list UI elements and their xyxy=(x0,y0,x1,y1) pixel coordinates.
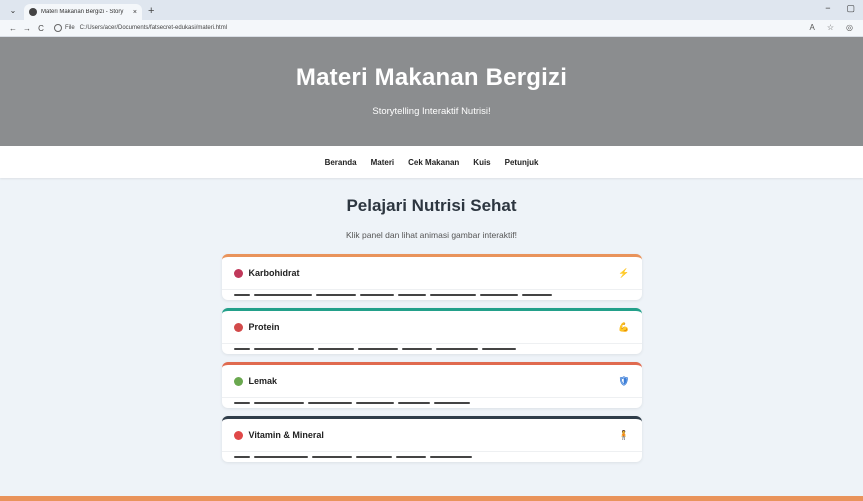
panel-content-preview xyxy=(222,452,642,462)
favicon-icon xyxy=(29,8,37,16)
new-tab-icon[interactable]: + xyxy=(148,5,154,17)
panel-content-preview xyxy=(222,398,642,408)
tab-title: Materi Makanan Bergizi - Story xyxy=(41,9,124,15)
apple-icon xyxy=(233,430,243,440)
browser-tabbar: ⌄ Materi Makanan Bergizi - Story × + − ▢ xyxy=(0,0,863,20)
meat-icon xyxy=(233,322,243,332)
text-line xyxy=(253,294,312,296)
nutrient-panels: Karbohidrat ⚡ Protein 💪 Lemak 🛡 Vitamin & Mine… xyxy=(221,254,642,462)
forward-icon[interactable]: → xyxy=(20,24,34,33)
text-line xyxy=(253,402,304,404)
panel-header[interactable]: Protein 💪 xyxy=(221,311,642,344)
toolbar-right: A ☆ ◎ xyxy=(810,23,854,32)
reload-icon[interactable]: C xyxy=(34,24,48,33)
text-line xyxy=(355,456,392,458)
panel-content-preview xyxy=(222,344,642,354)
text-line xyxy=(317,348,354,350)
lightning-icon: ⚡ xyxy=(618,267,630,278)
person-icon: 🧍 xyxy=(618,429,630,440)
nutrient-panel[interactable]: Karbohidrat ⚡ xyxy=(221,254,642,300)
panel-header[interactable]: Lemak 🛡 xyxy=(221,365,642,398)
text-line xyxy=(357,348,398,350)
site-header: Materi Makanan Bergizi Storytelling Inte… xyxy=(0,37,863,146)
text-line xyxy=(429,294,476,296)
page-title: Materi Makanan Bergizi xyxy=(295,64,568,91)
text-line xyxy=(307,402,352,404)
url-scheme: File xyxy=(65,25,75,31)
text-line xyxy=(481,348,516,350)
section-heading: Pelajari Nutrisi Sehat xyxy=(346,196,517,215)
page-subtitle: Storytelling Interaktif Nutrisi! xyxy=(372,106,491,117)
nutrient-panel[interactable]: Vitamin & Mineral 🧍 xyxy=(221,416,642,462)
text-line xyxy=(311,456,352,458)
omnibox[interactable]: File C:/Users/acer/Documents/fatsecret-e… xyxy=(54,24,227,32)
text-line xyxy=(233,402,250,404)
main-content: Pelajari Nutrisi Sehat Klik panel dan li… xyxy=(0,196,863,462)
nutrient-panel[interactable]: Lemak 🛡 xyxy=(221,362,642,408)
panel-header[interactable]: Vitamin & Mineral 🧍 xyxy=(221,419,642,452)
nav-kuis[interactable]: Kuis xyxy=(473,158,490,167)
section-subheading: Klik panel dan lihat animasi gambar inte… xyxy=(345,230,518,240)
text-line xyxy=(253,456,308,458)
text-line xyxy=(429,456,472,458)
nav-materi[interactable]: Materi xyxy=(371,158,395,167)
profile-icon[interactable]: ◎ xyxy=(846,23,853,32)
text-line xyxy=(397,294,426,296)
panel-content-preview xyxy=(222,290,642,300)
panel-label: Vitamin & Mineral xyxy=(248,430,324,440)
url-text[interactable]: C:/Users/acer/Documents/fatsecret-edukas… xyxy=(80,25,227,31)
site-nav: Beranda Materi Cek Makanan Kuis Petunjuk xyxy=(0,146,863,178)
nav-cek-makanan[interactable]: Cek Makanan xyxy=(408,158,459,167)
panel-label: Karbohidrat xyxy=(248,268,300,278)
address-bar: ← → C File C:/Users/acer/Documents/fatse… xyxy=(0,20,863,37)
avocado-icon xyxy=(233,376,243,386)
text-line xyxy=(521,294,552,296)
tab-close-icon[interactable]: × xyxy=(133,9,137,16)
panel-header[interactable]: Karbohidrat ⚡ xyxy=(221,257,642,290)
text-line xyxy=(355,402,394,404)
nav-beranda[interactable]: Beranda xyxy=(325,158,357,167)
panel-label: Protein xyxy=(248,322,280,332)
text-line xyxy=(233,348,250,350)
text-line xyxy=(315,294,356,296)
text-line xyxy=(233,294,250,296)
text-line xyxy=(401,348,432,350)
text-line xyxy=(397,402,430,404)
onion-icon xyxy=(233,268,243,278)
bookmark-star-icon[interactable]: ☆ xyxy=(827,23,834,32)
nutrient-panel[interactable]: Protein 💪 xyxy=(221,308,642,354)
text-line xyxy=(433,402,470,404)
window-controls: − ▢ xyxy=(825,3,855,14)
text-line xyxy=(435,348,478,350)
text-line xyxy=(479,294,518,296)
text-line xyxy=(395,456,426,458)
back-icon[interactable]: ← xyxy=(6,24,20,33)
text-line xyxy=(233,456,250,458)
restore-icon[interactable]: ▢ xyxy=(846,3,855,14)
footer-accent-bar xyxy=(0,496,863,501)
muscle-icon: 💪 xyxy=(618,321,630,332)
site-info-icon[interactable] xyxy=(54,24,62,32)
shield-icon: 🛡 xyxy=(618,375,630,386)
panel-label: Lemak xyxy=(248,376,278,386)
tab-search-icon[interactable]: ⌄ xyxy=(6,3,20,17)
minimize-icon[interactable]: − xyxy=(825,3,830,14)
nav-petunjuk[interactable]: Petunjuk xyxy=(505,158,539,167)
translate-icon[interactable]: A xyxy=(810,23,815,32)
text-line xyxy=(359,294,394,296)
text-line xyxy=(253,348,314,350)
browser-tab[interactable]: Materi Makanan Bergizi - Story × xyxy=(24,4,142,20)
